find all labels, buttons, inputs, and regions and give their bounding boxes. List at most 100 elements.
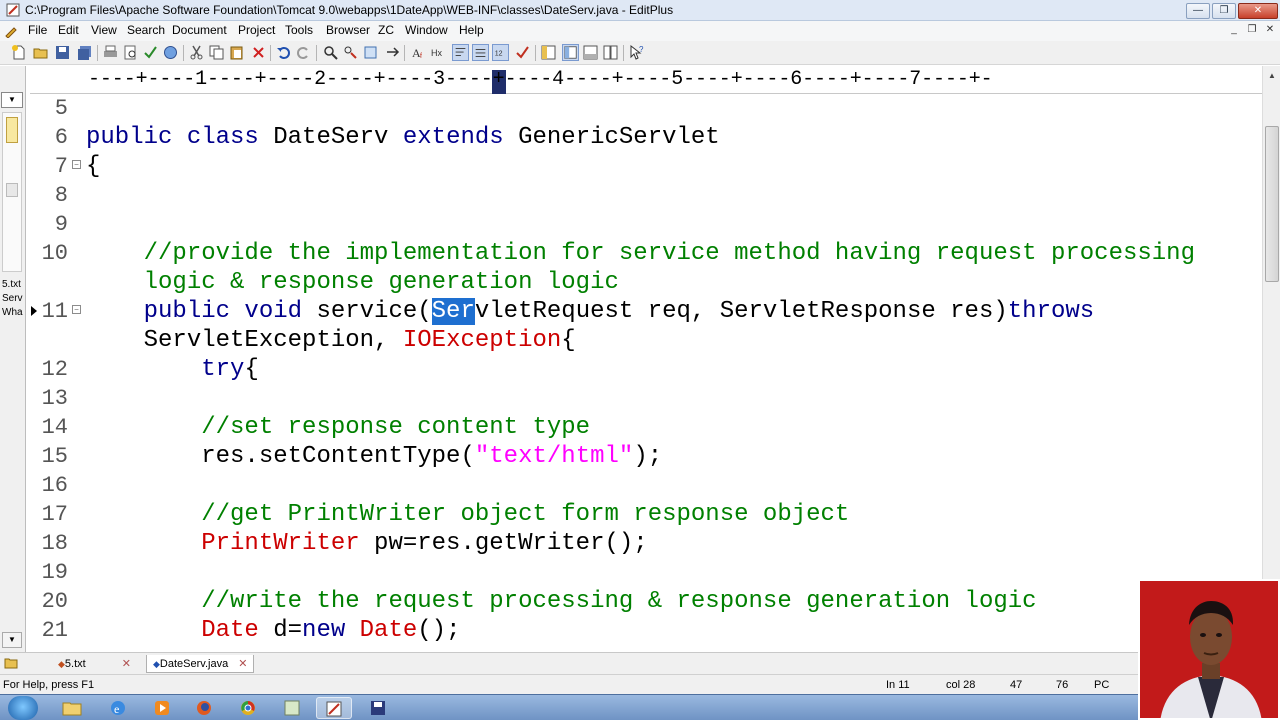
toolbar-separator xyxy=(316,45,317,61)
menu-document[interactable]: Document xyxy=(172,23,227,37)
code-token: d= xyxy=(273,617,303,644)
save-taskbar-icon[interactable] xyxy=(360,697,396,719)
explorer-taskbar-icon[interactable] xyxy=(54,697,90,719)
presenter-image xyxy=(1140,581,1278,718)
context-help-icon[interactable]: ? xyxy=(628,44,645,61)
menu-zc[interactable]: ZC xyxy=(378,23,394,37)
close-tab-icon[interactable]: ✕ xyxy=(238,658,247,670)
close-button[interactable]: ✕ xyxy=(1238,3,1278,19)
panel-file-item[interactable]: Serv xyxy=(2,292,24,306)
scroll-up-arrow-icon[interactable]: ▲ xyxy=(1264,68,1280,84)
panel-file-item[interactable]: Wha xyxy=(2,306,24,320)
new-file-icon[interactable] xyxy=(10,44,27,61)
print-preview-icon[interactable] xyxy=(122,44,139,61)
notepad-taskbar-icon[interactable] xyxy=(274,697,310,719)
ruler-toggle-icon[interactable] xyxy=(472,44,489,61)
media-player-taskbar-icon[interactable] xyxy=(144,697,180,719)
svg-text:e: e xyxy=(114,702,119,716)
save-all-icon[interactable] xyxy=(76,44,93,61)
menu-browser[interactable]: Browser xyxy=(326,23,370,37)
find-in-files-icon[interactable] xyxy=(362,44,379,61)
replace-icon[interactable] xyxy=(342,44,359,61)
vertical-scrollbar[interactable]: ▲ ▼ xyxy=(1262,66,1280,652)
editplus-taskbar-icon[interactable] xyxy=(316,697,352,719)
redo-icon[interactable] xyxy=(295,44,312,61)
mdi-close-button[interactable]: ✕ xyxy=(1262,24,1278,38)
delete-icon[interactable] xyxy=(250,44,267,61)
firefox-taskbar-icon[interactable] xyxy=(186,697,222,719)
ie-taskbar-icon[interactable]: e xyxy=(100,697,136,719)
panel-scroll-down[interactable]: ▼ xyxy=(2,632,22,648)
code-token: IOException xyxy=(402,327,562,354)
svg-text:f: f xyxy=(420,53,422,60)
check-syntax-icon[interactable] xyxy=(514,44,531,61)
panel-dropdown[interactable]: ▼ xyxy=(1,92,23,108)
copy-icon[interactable] xyxy=(208,44,225,61)
cut-icon[interactable] xyxy=(188,44,205,61)
status-help-text: For Help, press F1 xyxy=(3,679,95,691)
tab-dateserv-java[interactable]: ◆DateServ.java ✕ xyxy=(146,655,255,673)
hex-view-icon[interactable]: Hx xyxy=(430,44,447,61)
folder-icon[interactable] xyxy=(4,656,18,670)
code-text: logic & response generation logic xyxy=(86,268,619,297)
code-text: res.setContentType("text/html"); xyxy=(86,442,662,471)
window-title: C:\Program Files\Apache Software Foundat… xyxy=(25,3,674,17)
undo-icon[interactable] xyxy=(275,44,292,61)
menu-tools[interactable]: Tools xyxy=(285,23,313,37)
toolbar-separator xyxy=(404,45,405,61)
code-token: Date xyxy=(359,617,418,644)
toolbar: Af Hx 12 ? xyxy=(0,41,1280,65)
chrome-taskbar-icon[interactable] xyxy=(230,697,266,719)
find-icon[interactable] xyxy=(322,44,339,61)
font-icon[interactable]: Af xyxy=(410,44,427,61)
save-icon[interactable] xyxy=(54,44,71,61)
menu-search[interactable]: Search xyxy=(127,23,165,37)
tile-windows-icon[interactable] xyxy=(602,44,619,61)
status-count-2: 76 xyxy=(1056,679,1069,691)
goto-line-icon[interactable] xyxy=(384,44,401,61)
close-tab-icon[interactable]: ✕ xyxy=(122,658,131,670)
status-column: col 28 xyxy=(946,679,976,691)
code-token: new xyxy=(302,617,360,644)
mdi-restore-button[interactable]: ❐ xyxy=(1244,24,1260,38)
menu-view[interactable]: View xyxy=(91,23,117,37)
paste-icon[interactable] xyxy=(228,44,245,61)
ruler: ----+----1----+----2----+----3----+----4… xyxy=(30,66,1262,94)
panel-scroll-area[interactable] xyxy=(2,112,22,272)
code-token: Date xyxy=(86,617,274,644)
tab-label: 5.txt xyxy=(64,658,86,670)
panel-file-item[interactable]: 5.txt xyxy=(2,278,24,292)
directory-window-icon[interactable] xyxy=(562,44,579,61)
line-number: 6 xyxy=(54,125,68,150)
menu-window[interactable]: Window xyxy=(405,23,448,37)
print-icon[interactable] xyxy=(102,44,119,61)
menu-edit[interactable]: Edit xyxy=(58,23,79,37)
title-bar: C:\Program Files\Apache Software Foundat… xyxy=(0,0,1280,21)
code-text: { xyxy=(86,152,100,181)
tab-5-txt[interactable]: ◆5.txt ✕ xyxy=(58,655,131,673)
code-token: { xyxy=(86,153,101,180)
start-button[interactable] xyxy=(8,696,38,720)
code-token: extends xyxy=(402,124,519,151)
status-mode: PC xyxy=(1094,679,1110,691)
browser-view-icon[interactable] xyxy=(162,44,179,61)
code-editor[interactable]: 5 6 public class DateServ extends GenericS… xyxy=(28,94,1262,650)
output-window-icon[interactable] xyxy=(582,44,599,61)
line-number: 18 xyxy=(41,531,68,556)
scrollbar-thumb[interactable] xyxy=(1265,126,1279,282)
line-number-toggle-icon[interactable]: 12 xyxy=(492,44,509,61)
code-token: try xyxy=(86,356,245,383)
minimize-button[interactable]: — xyxy=(1186,3,1210,19)
spellcheck-icon[interactable] xyxy=(142,44,159,61)
mdi-minimize-button[interactable]: _ xyxy=(1226,24,1242,38)
cliptext-window-icon[interactable] xyxy=(540,44,557,61)
open-folder-icon[interactable] xyxy=(32,44,49,61)
menu-help[interactable]: Help xyxy=(459,23,484,37)
code-token: (); xyxy=(417,617,461,644)
maximize-button[interactable]: ❐ xyxy=(1212,3,1236,19)
menu-project[interactable]: Project xyxy=(238,23,275,37)
fold-toggle-icon[interactable]: − xyxy=(72,160,81,169)
menu-file[interactable]: File xyxy=(28,23,47,37)
word-wrap-icon[interactable] xyxy=(452,44,469,61)
fold-toggle-icon[interactable]: − xyxy=(72,305,81,314)
